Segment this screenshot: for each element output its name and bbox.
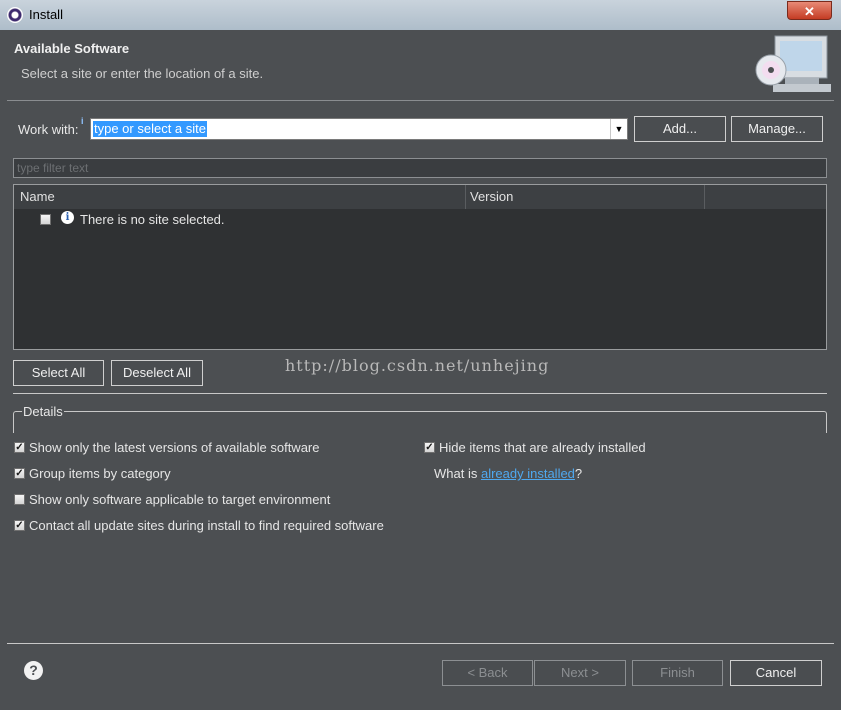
manage-button[interactable]: Manage... [731,116,823,142]
group-by-category-checkbox[interactable]: ✓ [14,468,25,479]
help-icon[interactable]: ? [24,661,43,680]
title-bar: Install ✕ [0,0,841,30]
software-table: Name Version i There is no site selected… [13,184,827,350]
applicable-only-label[interactable]: Show only software applicable to target … [29,492,330,507]
dialog-client: Available Software Select a site or ente… [7,30,834,702]
latest-versions-checkbox[interactable]: ✓ [14,442,25,453]
table-header: Name Version [14,185,826,209]
header-separator [7,100,834,101]
details-legend: Details [22,404,64,419]
watermark-text: http://blog.csdn.net/unhejing [285,356,550,375]
what-is-prefix: What is [434,466,481,481]
contact-update-sites-label[interactable]: Contact all update sites during install … [29,518,384,533]
work-with-label: Work with: [18,122,79,137]
table-row[interactable]: i There is no site selected. [14,209,826,229]
details-group: Details [13,404,827,433]
latest-versions-label[interactable]: Show only the latest versions of availab… [29,440,320,455]
what-is-installed-text: What is already installed? [434,466,582,481]
window-title: Install [29,7,63,22]
work-with-combo[interactable]: type or select a site ▼ [90,118,628,140]
row-checkbox[interactable] [40,214,51,225]
info-marker-icon: i [81,116,84,126]
wizard-header: Available Software Select a site or ente… [7,30,834,100]
applicable-only-checkbox[interactable] [14,494,25,505]
work-with-value[interactable]: type or select a site [93,121,207,137]
eclipse-icon [7,7,23,23]
deselect-all-button[interactable]: Deselect All [111,360,203,386]
page-description: Select a site or enter the location of a… [21,66,264,81]
install-banner-icon [755,35,831,92]
close-button[interactable]: ✕ [787,1,832,20]
column-name[interactable]: Name [20,189,55,204]
next-button[interactable]: Next > [534,660,626,686]
select-all-button[interactable]: Select All [13,360,104,386]
row-name: There is no site selected. [80,212,225,227]
what-is-suffix: ? [574,466,583,481]
details-separator [13,393,827,394]
cancel-button[interactable]: Cancel [730,660,822,686]
back-button[interactable]: < Back [442,660,533,686]
hide-installed-checkbox[interactable]: ✓ [424,442,435,453]
hide-installed-label[interactable]: Hide items that are already installed [439,440,646,455]
contact-update-sites-checkbox[interactable]: ✓ [14,520,25,531]
column-version[interactable]: Version [470,189,513,204]
filter-input[interactable]: type filter text [13,158,827,178]
group-by-category-label[interactable]: Group items by category [29,466,171,481]
chevron-down-icon[interactable]: ▼ [610,119,627,139]
column-divider[interactable] [465,185,466,209]
info-icon: i [61,211,74,224]
footer-separator [7,643,834,644]
column-divider[interactable] [704,185,705,209]
add-button[interactable]: Add... [634,116,726,142]
page-title: Available Software [14,41,130,56]
finish-button[interactable]: Finish [632,660,723,686]
already-installed-link[interactable]: already installed [481,466,575,481]
